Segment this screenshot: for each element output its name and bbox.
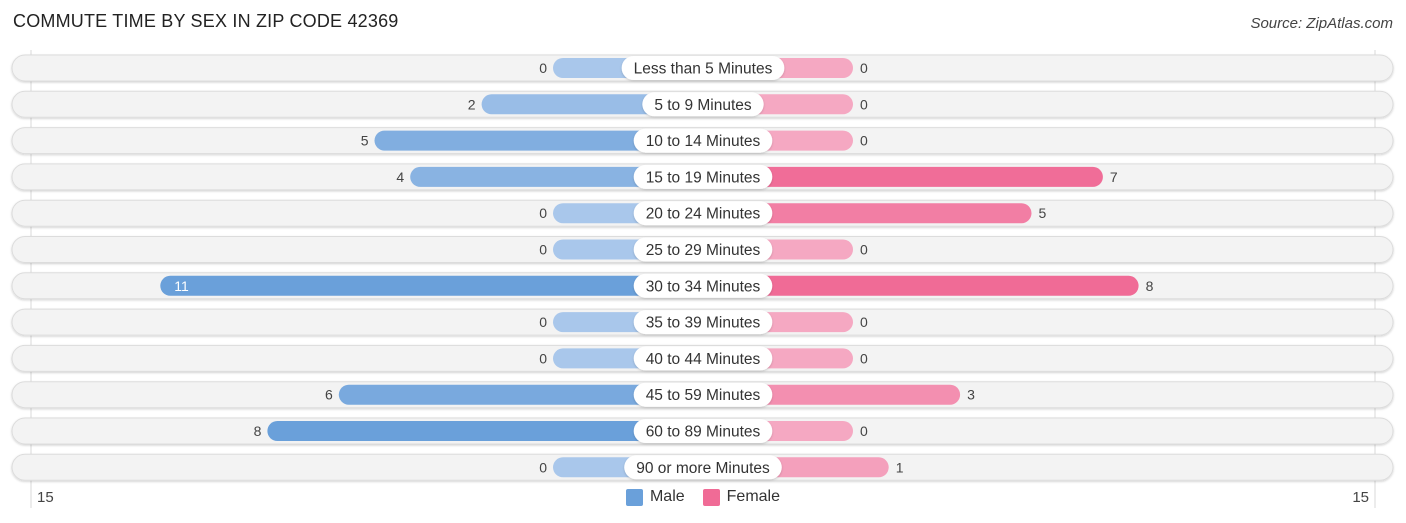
- value-label-female: 1: [896, 459, 904, 475]
- value-label-female: 3: [967, 387, 975, 403]
- value-label-female: 8: [1146, 278, 1154, 294]
- chart-row: 6 3 45 to 59 Minutes: [11, 381, 1394, 409]
- bar-male: [160, 275, 704, 296]
- category-label: 45 to 59 Minutes: [646, 387, 761, 404]
- category-label: 25 to 29 Minutes: [646, 242, 761, 259]
- category-label: 10 to 14 Minutes: [646, 133, 761, 150]
- chart-row: 0 0 35 to 39 Minutes: [11, 308, 1394, 336]
- category-label: 40 to 44 Minutes: [646, 351, 761, 368]
- chart-row: 0 0 Less than 5 Minutes: [11, 54, 1394, 82]
- category-label: 20 to 24 Minutes: [646, 206, 761, 223]
- value-label-male: 6: [325, 387, 333, 403]
- value-label-male: 0: [539, 350, 547, 366]
- value-label-female: 0: [860, 350, 868, 366]
- chart-row: 11 8 30 to 34 Minutes: [11, 272, 1394, 300]
- value-label-male: 0: [539, 242, 547, 258]
- value-label-female: 0: [860, 242, 868, 258]
- value-label-female: 7: [1110, 169, 1118, 185]
- chart-row: 5 0 10 to 14 Minutes: [11, 127, 1394, 155]
- category-label: 5 to 9 Minutes: [654, 97, 752, 114]
- category-label: Less than 5 Minutes: [634, 61, 773, 78]
- value-label-male: 0: [539, 205, 547, 221]
- chart-row: 0 0 25 to 29 Minutes: [11, 236, 1394, 263]
- chart-row: 2 0 5 to 9 Minutes: [11, 90, 1394, 118]
- value-label-male: 2: [468, 96, 476, 112]
- chart-row: 8 0 60 to 89 Minutes: [11, 417, 1394, 445]
- chart-row: 4 7 15 to 19 Minutes: [11, 163, 1394, 191]
- category-label: 15 to 19 Minutes: [646, 169, 761, 186]
- category-label: 90 or more Minutes: [636, 460, 770, 477]
- value-label-female: 0: [860, 314, 868, 330]
- legend: Male Female: [0, 488, 1406, 506]
- category-label: 30 to 34 Minutes: [646, 278, 761, 295]
- value-label-male: 11: [174, 278, 189, 294]
- value-label-male: 0: [539, 60, 547, 76]
- chart-row: 0 0 40 to 44 Minutes: [11, 344, 1394, 372]
- value-label-female: 0: [860, 423, 868, 439]
- value-label-female: 0: [860, 133, 868, 149]
- value-label-female: 5: [1039, 205, 1047, 221]
- chart-plot: 0 0 Less than 5 Minutes 2 0 5 to 9 Minutes 5 0 1…: [11, 50, 1394, 508]
- value-label-female: 0: [860, 96, 868, 112]
- legend-label-female: Female: [726, 488, 781, 505]
- chart-row: 0 5 20 to 24 Minutes: [11, 199, 1394, 227]
- value-label-male: 8: [254, 423, 262, 439]
- legend-item-male: Male: [625, 488, 685, 506]
- chart-row: 0 1 90 or more Minutes: [11, 453, 1394, 481]
- legend-item-female: Female: [702, 488, 781, 506]
- category-label: 60 to 89 Minutes: [646, 424, 761, 441]
- value-label-male: 0: [539, 314, 547, 330]
- category-label: 35 to 39 Minutes: [646, 315, 761, 332]
- value-label-male: 4: [396, 169, 404, 185]
- legend-swatch-female: [702, 488, 720, 506]
- legend-swatch-male: [625, 488, 643, 506]
- value-label-female: 0: [860, 60, 868, 76]
- value-label-male: 0: [539, 459, 547, 475]
- value-label-male: 5: [361, 133, 369, 149]
- legend-label-male: Male: [649, 488, 685, 505]
